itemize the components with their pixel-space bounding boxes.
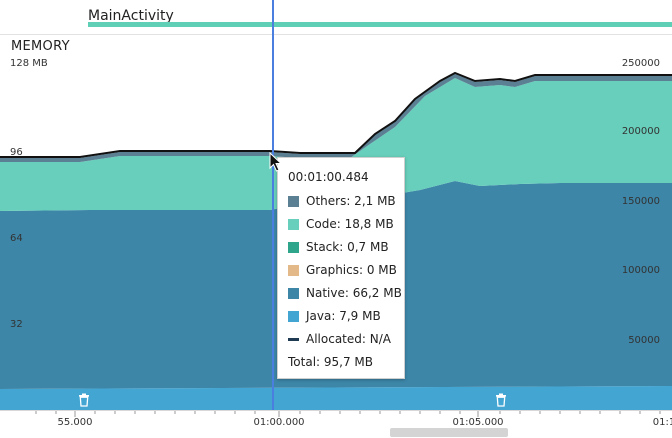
time-cursor-line[interactable] xyxy=(272,0,274,410)
left-axis-label: 96 xyxy=(10,147,23,158)
tooltip-row-label: Others: 2,1 MB xyxy=(306,194,396,208)
tooltip-row-label: Stack: 0,7 MB xyxy=(306,240,389,254)
time-tick-label: 01:05.000 xyxy=(452,417,504,428)
time-tick-label: 55.000 xyxy=(57,417,93,428)
time-tick-label: 01:1 xyxy=(652,417,672,428)
right-axis-label: 100000 xyxy=(621,265,660,276)
left-axis-label: 128 MB xyxy=(10,58,48,69)
axis-ticks xyxy=(35,411,661,417)
graphics-swatch xyxy=(288,264,299,276)
tooltip-row-stack: Stack: 0,7 MB xyxy=(288,239,389,255)
tooltip-row-label: Allocated: N/A xyxy=(306,332,391,346)
native-swatch xyxy=(288,287,299,299)
tooltip-time: 00:01:00.484 xyxy=(288,170,369,184)
left-axis-label: 64 xyxy=(10,233,23,244)
others-swatch xyxy=(288,195,299,207)
trash-can-icon[interactable] xyxy=(78,393,90,407)
tooltip-row-code: Code: 18,8 MB xyxy=(288,216,394,232)
left-axis-label: 32 xyxy=(10,319,23,330)
time-tick-label: 01:00.000 xyxy=(253,417,305,428)
mouse-pointer-icon xyxy=(269,152,283,172)
tooltip-row-graphics: Graphics: 0 MB xyxy=(288,262,397,278)
right-axis-label: 150000 xyxy=(621,196,660,207)
tooltip-row-label: Graphics: 0 MB xyxy=(306,263,397,277)
right-axis-label: 50000 xyxy=(628,335,660,346)
code-swatch xyxy=(288,218,299,230)
right-axis-label: 200000 xyxy=(621,126,660,137)
stack-swatch xyxy=(288,241,299,253)
memory-tooltip: 00:01:00.484 Others: 2,1 MB Code: 18,8 M… xyxy=(277,157,405,379)
tooltip-row-label: Native: 66,2 MB xyxy=(306,286,402,300)
tooltip-row-allocated: Allocated: N/A xyxy=(288,331,391,347)
memory-title: MEMORY xyxy=(11,39,70,54)
trash-can-icon[interactable] xyxy=(495,393,507,407)
tooltip-row-label: Code: 18,8 MB xyxy=(306,217,394,231)
tooltip-total: Total: 95,7 MB xyxy=(288,355,374,369)
tooltip-row-others: Others: 2,1 MB xyxy=(288,193,396,209)
timeline-scrollbar-thumb[interactable] xyxy=(390,428,508,437)
activity-strip: MainActivity xyxy=(0,0,672,35)
tooltip-row-java: Java: 7,9 MB xyxy=(288,308,381,324)
tooltip-row-native: Native: 66,2 MB xyxy=(288,285,402,301)
right-axis-label: 250000 xyxy=(621,58,660,69)
java-swatch xyxy=(288,310,299,322)
allocated-dash-swatch xyxy=(288,337,299,341)
java-area xyxy=(0,386,672,410)
activity-bar[interactable] xyxy=(88,22,672,27)
time-axis xyxy=(0,410,672,438)
tooltip-row-label: Java: 7,9 MB xyxy=(306,309,381,323)
